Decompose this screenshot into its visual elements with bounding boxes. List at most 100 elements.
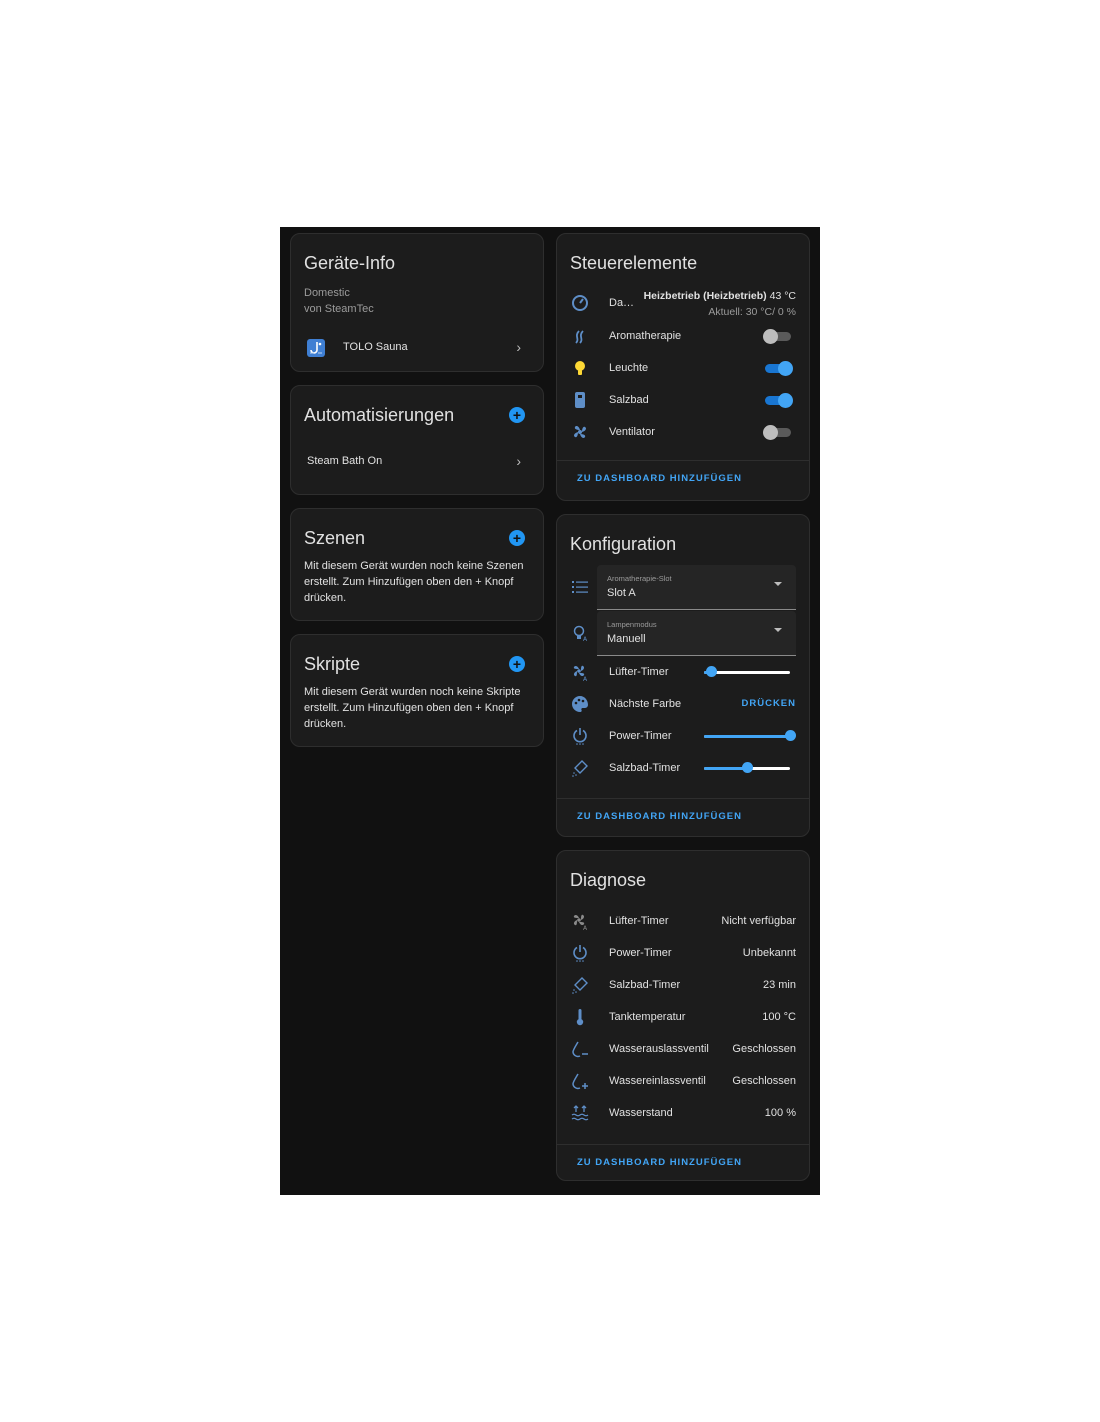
controls-title: Steuerelemente: [570, 253, 698, 273]
controls-card: Steuerelemente Da… Heizbetrieb (Heizbetr…: [556, 233, 810, 501]
svg-text:A: A: [583, 676, 588, 681]
add-automation-plus-icon[interactable]: +: [509, 407, 525, 423]
diag-label: Salzbad-Timer: [609, 979, 681, 991]
switch-label: Aromatherapie: [609, 330, 682, 342]
switch-label: Leuchte: [609, 362, 649, 374]
diagnostics-add-dashboard-button[interactable]: ZU DASHBOARD HINZUFÜGEN: [557, 1145, 809, 1181]
diag-row-tank-temperature[interactable]: Tanktemperatur 100 °C: [557, 1001, 809, 1033]
left-column: Geräte-Info Domestic von SteamTec TOLO S…: [290, 233, 544, 760]
shaker-icon: [571, 976, 589, 994]
fan-timer-label: Lüfter-Timer: [609, 666, 669, 678]
diag-label: Wasserauslassventil: [609, 1043, 709, 1055]
water-plus-icon: [571, 1072, 589, 1090]
diag-row-water-outlet[interactable]: Wasserauslassventil Geschlossen: [557, 1033, 809, 1065]
switch-row-saltbath[interactable]: Salzbad: [557, 384, 809, 416]
device-manufacturer: von SteamTec: [304, 303, 374, 315]
climate-label: Da…: [609, 297, 635, 309]
linked-device-link[interactable]: TOLO Sauna ›: [291, 331, 543, 363]
svg-text:A: A: [583, 636, 588, 642]
salt-timer-slider[interactable]: [704, 762, 790, 773]
fan-timer-slider[interactable]: [704, 666, 790, 677]
fan-toggle[interactable]: [763, 425, 793, 440]
diagnostics-card: Diagnose A Lüfter-Timer Nicht verfügbar …: [556, 850, 810, 1181]
palette-icon: [571, 695, 589, 713]
diag-value: Unbekannt: [742, 947, 796, 959]
slider-thumb[interactable]: [705, 666, 717, 677]
lightbulb-icon: [571, 359, 589, 377]
climate-state: Heizbetrieb (Heizbetrieb) 43 °C Aktuell:…: [644, 288, 796, 320]
lamp-mode-label: Lampenmodus: [607, 620, 657, 629]
aroma-slot-label: Aromatherapie-Slot: [607, 574, 672, 583]
shaker-icon: [571, 759, 589, 777]
diag-row-water-inlet[interactable]: Wassereinlassventil Geschlossen: [557, 1065, 809, 1097]
lamp-mode-row: A Lampenmodus Manuell: [557, 611, 809, 656]
right-column: Steuerelemente Da… Heizbetrieb (Heizbetr…: [556, 233, 810, 1194]
switch-row-aromatherapy[interactable]: Aromatherapie: [557, 320, 809, 352]
sauna-integration-icon: [307, 338, 325, 357]
next-color-row: Nächste Farbe DRÜCKEN: [557, 688, 809, 720]
slider-thumb[interactable]: [742, 762, 753, 773]
salt-timer-label: Salzbad-Timer: [609, 762, 681, 774]
aroma-slot-select[interactable]: Aromatherapie-Slot Slot A: [597, 565, 796, 610]
controls-add-dashboard-button[interactable]: ZU DASHBOARD HINZUFÜGEN: [557, 461, 809, 497]
next-color-press-button[interactable]: DRÜCKEN: [742, 688, 797, 720]
aromatherapy-toggle[interactable]: [763, 329, 793, 344]
fan-auto-icon: A: [571, 663, 589, 683]
add-script-plus-icon[interactable]: +: [509, 656, 525, 672]
scripts-empty-text: Mit diesem Gerät wurden noch keine Skrip…: [304, 686, 521, 730]
thermometer-icon: [571, 1008, 589, 1026]
scenes-card: Szenen + Mit diesem Gerät wurden noch ke…: [290, 508, 544, 621]
dropdown-arrow-icon: [774, 628, 782, 632]
scenes-empty-text: Mit diesem Gerät wurden noch keine Szene…: [304, 560, 524, 604]
fan-auto-icon: A: [571, 912, 589, 932]
climate-current: Aktuell: 30 °C/ 0 %: [708, 306, 796, 318]
linked-device-name: TOLO Sauna: [343, 341, 408, 353]
scripts-card: Skripte + Mit diesem Gerät wurden noch k…: [290, 634, 544, 747]
automation-item-link[interactable]: Steam Bath On ›: [291, 445, 543, 477]
configuration-add-dashboard-button[interactable]: ZU DASHBOARD HINZUFÜGEN: [557, 799, 809, 835]
automations-title: Automatisierungen: [304, 405, 455, 425]
configuration-card: Konfiguration Aromatherapie-Slot Slot A …: [556, 514, 810, 837]
salt-bath-toggle[interactable]: [763, 393, 793, 408]
aroma-waves-icon: [571, 327, 589, 345]
power-timer-slider[interactable]: [704, 730, 796, 741]
diag-value: Geschlossen: [732, 1043, 796, 1055]
scripts-title: Skripte: [304, 654, 361, 674]
diag-value: 100 °C: [762, 1011, 796, 1023]
diag-label: Lüfter-Timer: [609, 915, 669, 927]
power-settings-icon: [571, 944, 589, 962]
light-toggle[interactable]: [763, 361, 793, 376]
diag-label: Power-Timer: [609, 947, 672, 959]
device-info-title: Geräte-Info: [304, 253, 396, 273]
switch-label: Ventilator: [609, 426, 655, 438]
slider-thumb[interactable]: [785, 730, 796, 741]
power-timer-label: Power-Timer: [609, 730, 672, 742]
power-timer-row: Power-Timer: [557, 720, 809, 752]
chevron-right-icon: ›: [516, 453, 521, 469]
format-list-icon: [571, 578, 589, 596]
add-scene-plus-icon[interactable]: +: [509, 530, 525, 546]
aroma-slot-value: Slot A: [607, 587, 636, 599]
lamp-mode-select[interactable]: Lampenmodus Manuell: [597, 611, 796, 656]
scenes-title: Szenen: [304, 528, 366, 548]
diagnostics-title: Diagnose: [570, 870, 647, 890]
diag-row-water-level[interactable]: Wasserstand 100 %: [557, 1097, 809, 1129]
diag-row-salt-timer[interactable]: Salzbad-Timer 23 min: [557, 969, 809, 1001]
device-info-card: Geräte-Info Domestic von SteamTec TOLO S…: [290, 233, 544, 372]
diag-row-fan-timer[interactable]: A Lüfter-Timer Nicht verfügbar: [557, 905, 809, 937]
fan-timer-row: A Lüfter-Timer: [557, 656, 809, 688]
diag-row-power-timer[interactable]: Power-Timer Unbekannt: [557, 937, 809, 969]
svg-text:A: A: [583, 925, 588, 930]
dropdown-arrow-icon: [774, 582, 782, 586]
climate-target-temp: 43 °C: [769, 290, 796, 302]
switch-row-fan[interactable]: Ventilator: [557, 416, 809, 448]
climate-row[interactable]: Da… Heizbetrieb (Heizbetrieb) 43 °C Aktu…: [557, 286, 809, 320]
diag-value: 23 min: [762, 979, 796, 991]
salt-bath-device-icon: [571, 391, 589, 409]
configuration-title: Konfiguration: [570, 534, 677, 554]
diag-value: 100 %: [764, 1107, 796, 1119]
fan-icon: [571, 423, 589, 441]
climate-mode: Heizbetrieb (Heizbetrieb): [643, 290, 767, 302]
salt-timer-row: Salzbad-Timer: [557, 752, 809, 784]
switch-row-light[interactable]: Leuchte: [557, 352, 809, 384]
